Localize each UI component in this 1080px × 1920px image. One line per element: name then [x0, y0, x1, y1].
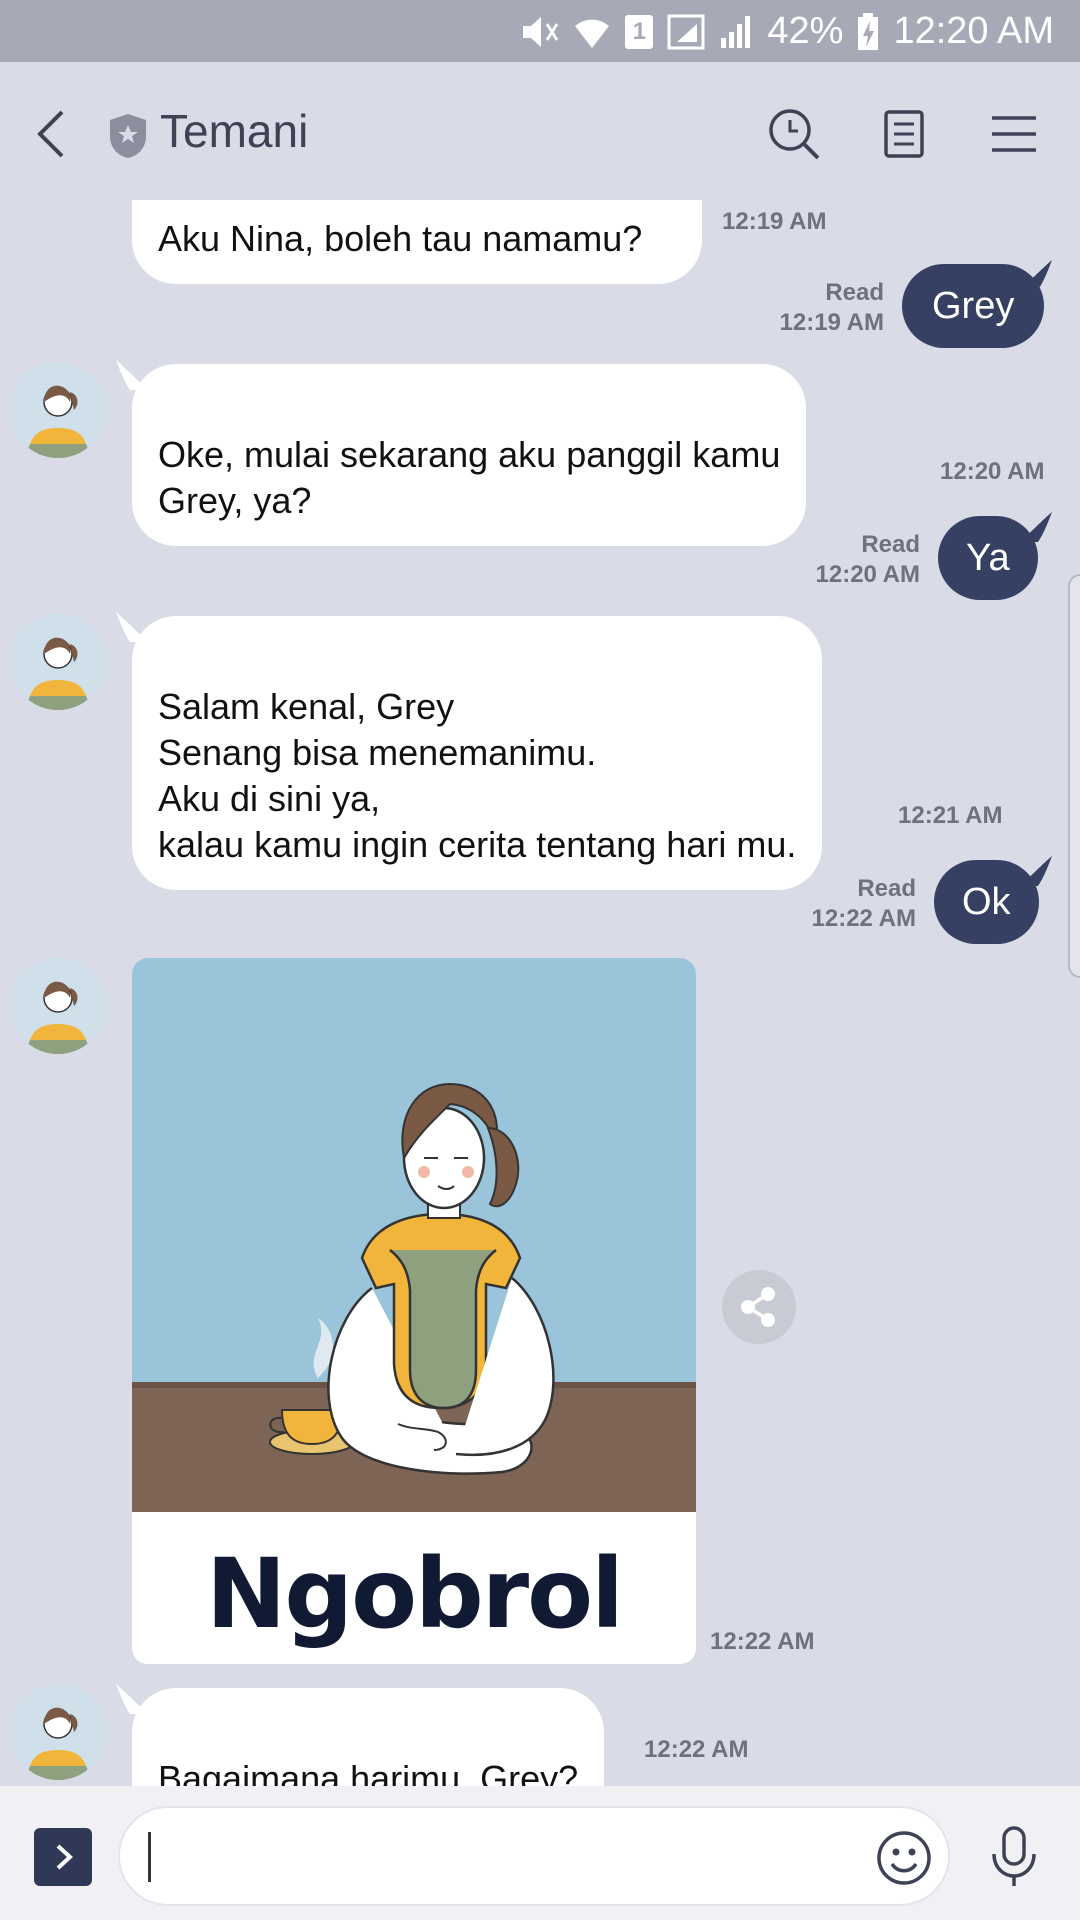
avatar[interactable] — [10, 958, 106, 1054]
message-time: 12:19 AM — [779, 309, 884, 336]
search-icon[interactable] — [766, 106, 822, 162]
signal-box-icon — [667, 14, 705, 50]
message-time: 12:19 AM — [722, 208, 827, 235]
emoji-icon[interactable] — [876, 1830, 932, 1886]
status-bar: 1 42% 12:20 AM — [0, 0, 1080, 62]
message-time: 12:22 AM — [811, 905, 916, 932]
message-time: 12:20 AM — [940, 458, 1045, 485]
back-icon[interactable] — [32, 106, 72, 162]
share-button[interactable] — [722, 1270, 796, 1344]
wifi-icon — [573, 14, 611, 50]
menu-icon[interactable] — [986, 106, 1042, 162]
message-text: Salam kenal, Grey Senang bisa menemanimu… — [158, 686, 797, 865]
message-bubble-incoming[interactable]: Aku Nina, boleh tau namamu? — [132, 200, 702, 284]
message-text: Oke, mulai sekarang aku panggil kamu Gre… — [158, 434, 781, 521]
message-list[interactable]: Aku Nina, boleh tau namamu? 12:19 AM Rea… — [0, 200, 1080, 1786]
message-time: 12:21 AM — [898, 802, 1003, 829]
expand-button[interactable] — [34, 1828, 92, 1886]
message-text: Grey — [932, 285, 1015, 327]
image-caption: Ngobrol yuk! — [206, 1538, 624, 1664]
shield-star-icon — [106, 112, 150, 160]
message-time: 12:20 AM — [815, 561, 920, 588]
chevron-right-icon — [56, 1844, 73, 1870]
read-receipt: Read — [861, 531, 920, 558]
chat-header: Temani — [0, 62, 1080, 207]
image-message[interactable]: Ngobrol yuk! — [132, 958, 696, 1664]
avatar[interactable] — [10, 362, 106, 458]
message-time: 12:22 AM — [644, 1736, 749, 1763]
notes-icon[interactable] — [876, 106, 932, 162]
signal-icon — [719, 14, 753, 50]
message-bubble-incoming[interactable]: Bagaimana harimu, Grey? — [132, 1688, 605, 1786]
message-text: Bagaimana harimu, Grey? — [158, 1758, 579, 1786]
read-receipt: Read — [857, 875, 916, 902]
sim-icon: 1 — [625, 14, 654, 49]
scroll-handle[interactable] — [1068, 574, 1080, 978]
microphone-icon[interactable] — [986, 1826, 1042, 1888]
message-bubble-incoming[interactable]: Oke, mulai sekarang aku panggil kamu Gre… — [132, 364, 807, 546]
message-meta: Read 12:20 AM — [776, 530, 920, 590]
message-text: Ok — [962, 881, 1011, 923]
message-time: 12:22 AM — [710, 1628, 815, 1655]
message-input-bar — [0, 1786, 1080, 1920]
status-time: 12:20 AM — [893, 10, 1054, 52]
battery-charging-icon — [857, 12, 879, 51]
chat-title[interactable]: Temani — [160, 104, 308, 158]
share-icon — [741, 1287, 775, 1327]
avatar[interactable] — [10, 1684, 106, 1780]
message-input[interactable] — [148, 1830, 848, 1884]
bubble-tail — [1018, 260, 1052, 290]
message-bubble-incoming[interactable]: Salam kenal, Grey Senang bisa menemanimu… — [132, 616, 823, 890]
bubble-tail — [1018, 856, 1052, 886]
message-meta: Read 12:22 AM — [772, 874, 916, 934]
avatar[interactable] — [10, 614, 106, 710]
bubble-tail — [1018, 512, 1052, 542]
read-receipt: Read — [825, 279, 884, 306]
mute-icon — [519, 14, 559, 50]
battery-percent: 42% — [767, 10, 844, 52]
message-text: Aku Nina, boleh tau namamu? — [158, 218, 643, 259]
message-text: Ya — [966, 537, 1010, 579]
message-field[interactable] — [118, 1806, 950, 1906]
message-meta: Read 12:19 AM — [740, 278, 884, 338]
